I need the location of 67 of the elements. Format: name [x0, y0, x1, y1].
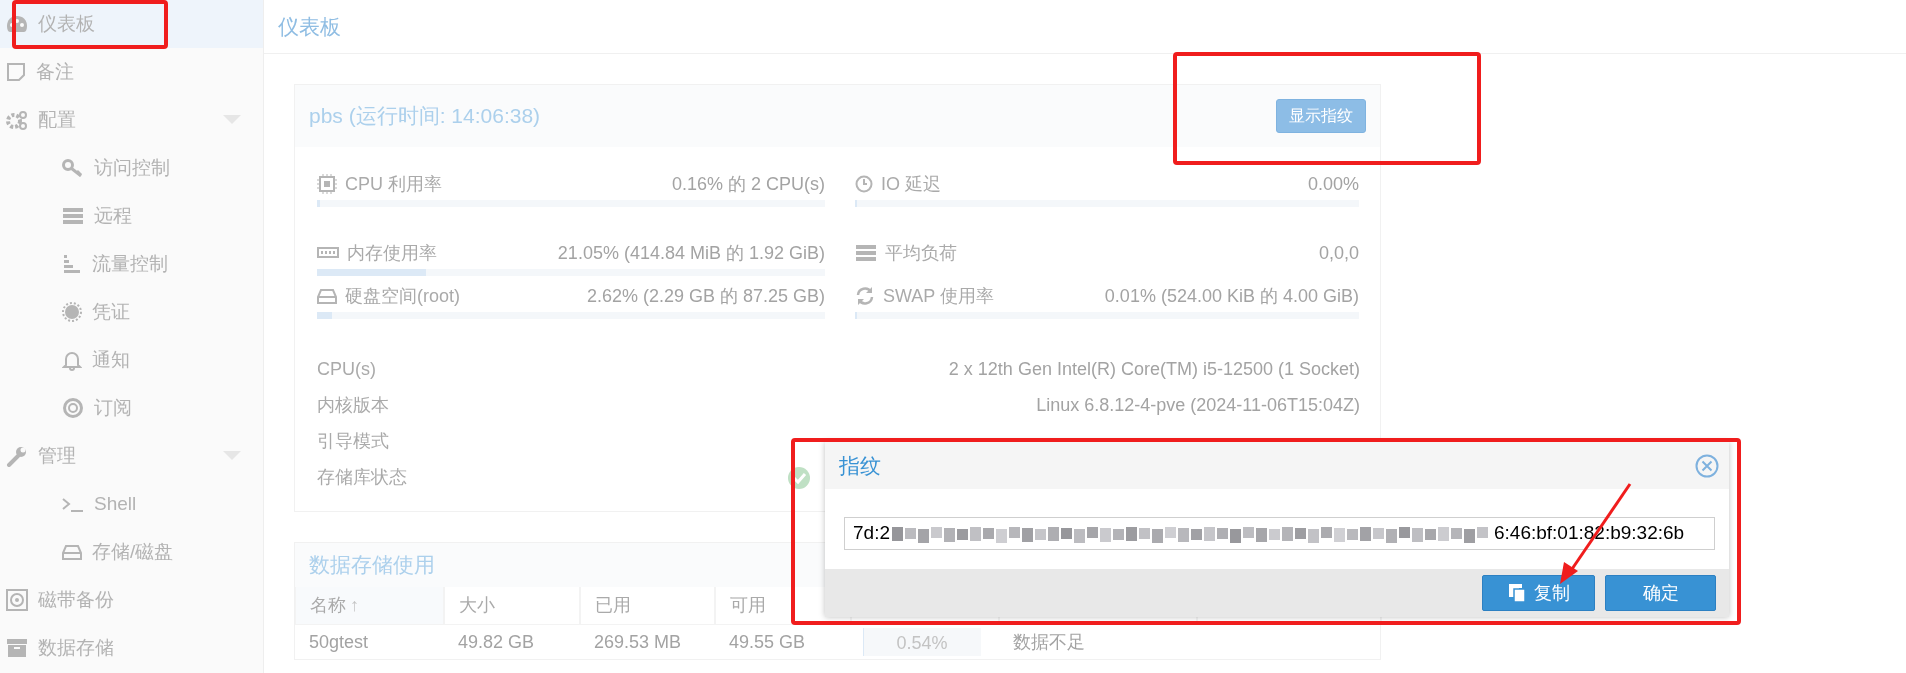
sidebar-item[interactable]: 磁带备份	[0, 576, 263, 624]
metric-label: 硬盘空间(root)	[345, 284, 460, 308]
metric-value: 2.62% (2.29 GB 的 87.25 GB)	[586, 284, 825, 308]
server-icon	[62, 207, 84, 225]
bell-icon	[62, 349, 82, 371]
table-cell-text: 49.55 GB	[728, 630, 807, 654]
metric-label: SWAP 使用率	[883, 284, 994, 308]
column-header[interactable]: 大小	[444, 587, 580, 625]
column-header[interactable]: 已用	[580, 587, 715, 625]
key-icon	[62, 159, 84, 177]
metric-value: 21.05% (414.84 MiB 的 1.92 GiB)	[557, 241, 825, 265]
sidebar-item[interactable]: Shell	[0, 480, 263, 528]
card-title: pbs (运行时间: 14:06:38)	[309, 103, 541, 130]
sidebar-item[interactable]: 远程	[0, 192, 263, 240]
ok-button[interactable]: 确定	[1605, 575, 1716, 611]
copy-icon	[1507, 583, 1526, 603]
info-value: 2 x 12th Gen Intel(R) Core(TM) i5-12500 (1 Socket)	[948, 357, 1360, 381]
page-title: 仪表板	[278, 13, 341, 40]
metric-label: 内存使用率	[347, 241, 437, 265]
sidebar-item[interactable]: 访问控制	[0, 144, 263, 192]
sidebar-item[interactable]: 凭证	[0, 288, 263, 336]
metric-value: 0.01% (524.00 KiB 的 4.00 GiB)	[1104, 284, 1359, 308]
column-header[interactable]: 名称 ↑	[295, 587, 444, 625]
tape-icon	[6, 589, 28, 611]
cpu-icon	[317, 174, 337, 194]
table-cell-text: 50gtest	[308, 630, 370, 654]
server-icon	[855, 244, 877, 262]
table-cell-text: 269.53 MB	[593, 630, 683, 654]
info-value: Linux 6.8.12-4-pve (2024-11-06T15:04Z)	[1036, 393, 1360, 417]
sidebar-item[interactable]: 订阅	[0, 384, 263, 432]
sidebar-item[interactable]: 流量控制	[0, 240, 263, 288]
memory-icon	[317, 246, 339, 260]
wrench-icon	[6, 445, 28, 467]
dialog-title: 指纹	[839, 452, 881, 479]
sidebar-item[interactable]: 存储/磁盘	[0, 528, 263, 576]
gears-icon	[6, 110, 28, 130]
metric-value: 0,0,0	[1318, 241, 1359, 265]
clock-icon	[855, 175, 873, 193]
note-icon	[6, 62, 26, 82]
table-cell-text: 49.82 GB	[457, 630, 536, 654]
metric-label: 平均负荷	[885, 241, 957, 265]
refresh-icon	[855, 286, 875, 306]
bar-chart-icon	[62, 254, 82, 274]
info-label: 存储库状态	[317, 465, 407, 489]
certificate-icon	[62, 302, 82, 322]
info-label: 内核版本	[317, 393, 389, 417]
close-icon[interactable]	[1695, 453, 1719, 478]
sidebar-item[interactable]: 备注	[0, 48, 263, 96]
sidebar-item[interactable]: 通知	[0, 336, 263, 384]
metric-value: 0.16% 的 2 CPU(s)	[671, 172, 825, 196]
copy-button[interactable]: 复制	[1482, 575, 1595, 611]
metric-label: IO 延迟	[881, 172, 941, 196]
metric-label: CPU 利用率	[345, 172, 442, 196]
info-label: 引导模式	[317, 429, 389, 453]
sidebar-item[interactable]: 管理	[0, 432, 263, 480]
life-ring-icon	[62, 397, 84, 419]
metric-value: 0.00%	[1307, 172, 1359, 196]
terminal-icon	[62, 496, 84, 512]
table-cell-text: 数据不足	[1012, 630, 1086, 654]
show-fingerprint-button[interactable]: 显示指纹	[1276, 99, 1366, 133]
archive-icon	[6, 638, 28, 658]
sidebar-item[interactable]: 数据存储	[0, 624, 263, 672]
card-title: 数据存储使用	[309, 552, 435, 579]
palette-icon	[6, 15, 28, 33]
info-label: CPU(s)	[317, 357, 376, 381]
sidebar-item[interactable]: 仪表板	[0, 0, 263, 48]
sidebar-item[interactable]: 配置	[0, 96, 263, 144]
